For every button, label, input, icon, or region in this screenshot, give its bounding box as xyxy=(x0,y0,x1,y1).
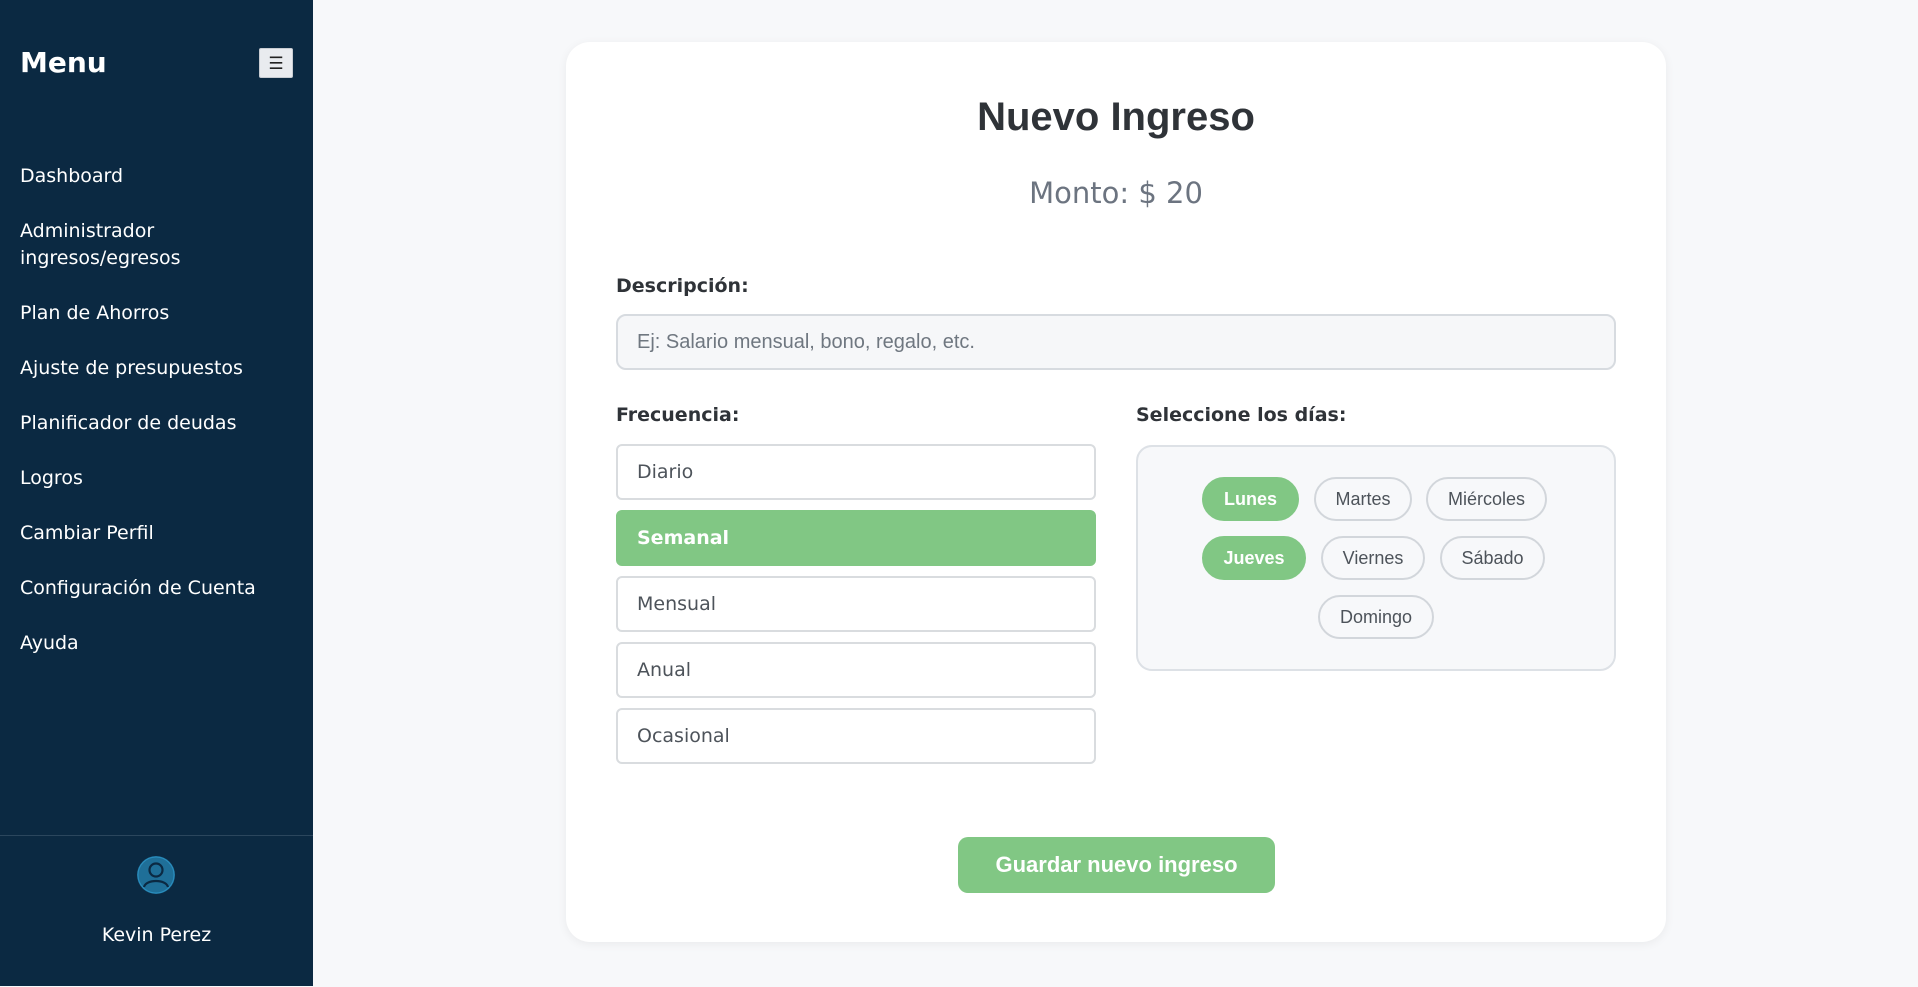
day-chip-miercoles[interactable]: Miércoles xyxy=(1426,477,1547,521)
user-name: Kevin Perez xyxy=(101,924,212,946)
sidebar-item-logros[interactable]: Logros xyxy=(20,465,290,492)
frequency-option-mensual[interactable]: Mensual xyxy=(616,576,1096,632)
new-income-card: Nuevo Ingreso Monto: $ 20 Descripción: F… xyxy=(566,42,1666,942)
frequency-option-ocasional[interactable]: Ocasional xyxy=(616,708,1096,764)
frequency-label: Frecuencia: xyxy=(616,404,740,426)
menu-toggle-icon[interactable]: ☰ xyxy=(259,48,293,78)
frequency-options: Diario Semanal Mensual Anual Ocasional xyxy=(616,444,1096,774)
day-chip-lunes[interactable]: Lunes xyxy=(1202,477,1299,521)
sidebar-item-ayuda[interactable]: Ayuda xyxy=(20,630,290,657)
amount-display: Monto: $ 20 xyxy=(1029,176,1203,210)
day-chip-sabado[interactable]: Sábado xyxy=(1440,536,1545,580)
sidebar-item-planificador-deudas[interactable]: Planificador de deudas xyxy=(20,410,290,437)
page-title: Nuevo Ingreso xyxy=(977,95,1255,139)
day-chip-martes[interactable]: Martes xyxy=(1314,477,1412,521)
sidebar: Menu ☰ Dashboard Administrador ingresos/… xyxy=(0,0,313,986)
days-label: Seleccione los días: xyxy=(1136,404,1347,426)
sidebar-item-ajuste-presupuestos[interactable]: Ajuste de presupuestos xyxy=(20,355,290,382)
sidebar-nav: Dashboard Administrador ingresos/egresos… xyxy=(20,163,290,685)
days-selector: Lunes Martes Miércoles Jueves Viernes Sá… xyxy=(1136,445,1616,671)
sidebar-footer: Kevin Perez xyxy=(0,835,313,987)
sidebar-item-cambiar-perfil[interactable]: Cambiar Perfil xyxy=(20,520,290,547)
day-chip-jueves[interactable]: Jueves xyxy=(1202,536,1306,580)
frequency-option-diario[interactable]: Diario xyxy=(616,444,1096,500)
sidebar-item-dashboard[interactable]: Dashboard xyxy=(20,163,290,190)
description-input[interactable] xyxy=(616,314,1616,370)
save-income-button[interactable]: Guardar nuevo ingreso xyxy=(958,837,1275,893)
sidebar-item-administrador[interactable]: Administrador ingresos/egresos xyxy=(20,218,290,272)
sidebar-item-configuracion[interactable]: Configuración de Cuenta xyxy=(20,575,290,602)
user-avatar-icon[interactable] xyxy=(137,856,175,894)
day-chip-domingo[interactable]: Domingo xyxy=(1318,595,1434,639)
frequency-option-semanal[interactable]: Semanal xyxy=(616,510,1096,566)
description-label: Descripción: xyxy=(616,275,749,297)
day-chip-viernes[interactable]: Viernes xyxy=(1321,536,1425,580)
sidebar-item-plan-ahorros[interactable]: Plan de Ahorros xyxy=(20,300,290,327)
frequency-option-anual[interactable]: Anual xyxy=(616,642,1096,698)
sidebar-title: Menu xyxy=(20,46,107,79)
